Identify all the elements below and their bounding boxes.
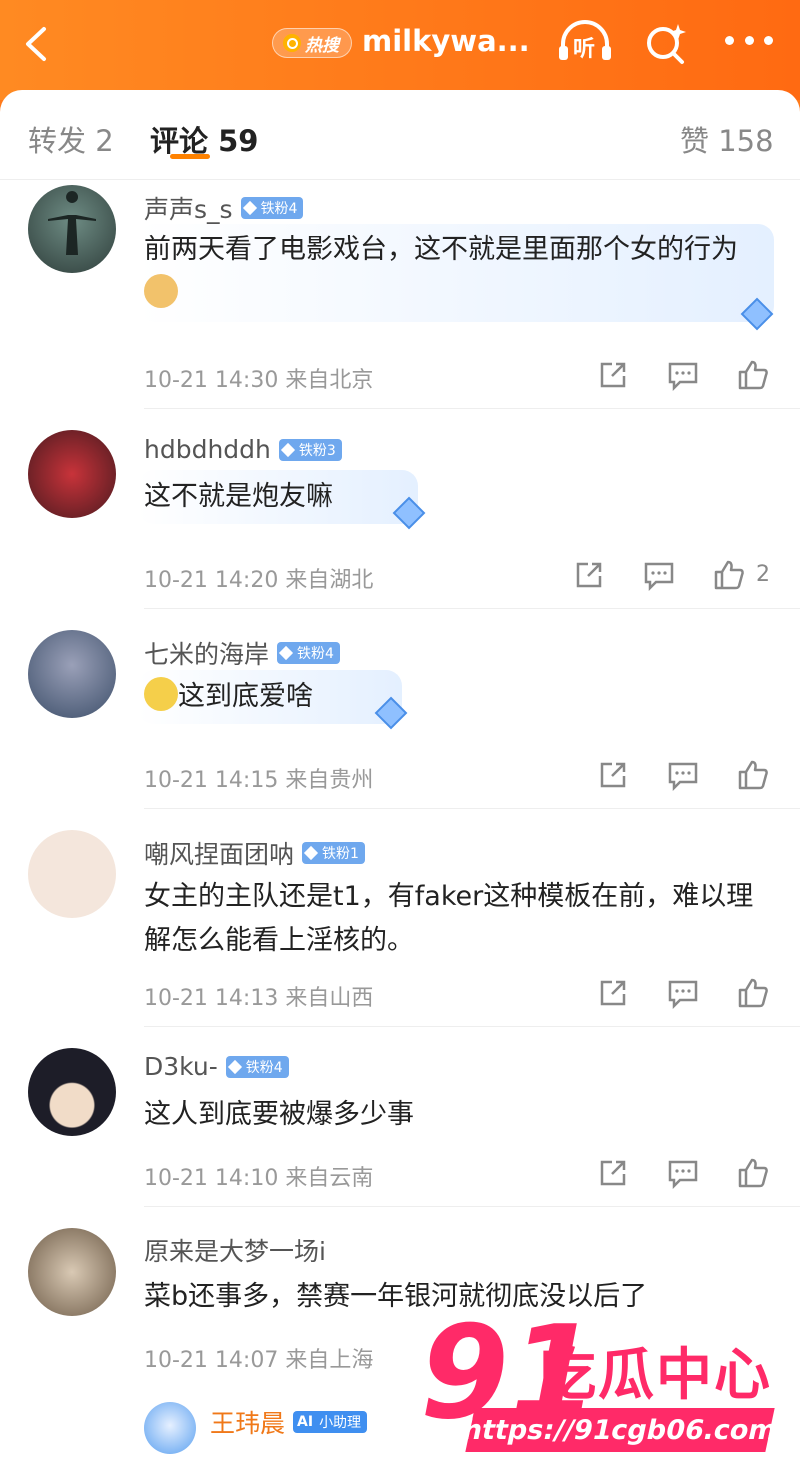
comment-icon[interactable] [666,976,700,1010]
search-icon[interactable] [642,20,690,68]
avatar[interactable] [28,430,116,518]
tab-bar: 转发 2 评论 59 赞 158 [0,90,800,180]
hot-search-label: 热搜 [305,35,339,56]
fan-badge: 铁粉4 [277,642,340,664]
like-count: 2 [756,562,770,587]
fan-badge: 铁粉4 [225,1055,289,1078]
comment-meta: 10-21 14:20 来自湖北 [144,568,374,593]
avatar[interactable] [28,1048,116,1136]
comment-text: 女主的主队还是t1，有faker这种模板在前，难以理解怎么能看上淫核的。 [144,881,754,956]
divider [144,608,800,609]
watermark-name: 吃瓜中心 [540,1343,772,1408]
diamond-decoration-icon [374,696,408,730]
comment-icon[interactable] [642,558,676,592]
back-icon[interactable] [22,26,54,62]
like-icon[interactable] [736,758,770,792]
comment-icon[interactable] [666,1156,700,1190]
comments-sheet: 转发 2 评论 59 赞 158 声声s_s 铁粉4 前两天看了电影戏台，这不就… [0,90,800,1482]
share-icon[interactable] [596,358,630,392]
diamond-decoration-icon [392,496,426,530]
listen-button[interactable]: 听 [555,18,615,66]
comment-text: 这人到底要被爆多少事 [144,1099,414,1130]
reply-avatar[interactable] [144,1402,196,1454]
share-icon[interactable] [572,558,606,592]
comment-username[interactable]: 七米的海岸 [144,635,269,671]
comment-username[interactable]: hdbdhddh [144,435,271,464]
hot-search-icon [283,34,301,52]
fan-badge: 铁粉3 [278,438,342,461]
like-icon[interactable] [736,358,770,392]
comment-meta: 10-21 14:07 来自上海 [144,1348,374,1373]
avatar[interactable] [28,1228,116,1316]
comment-username[interactable]: 声声s_s [144,190,233,226]
share-icon[interactable] [596,758,630,792]
active-tab-indicator [170,154,210,159]
like-icon[interactable] [736,976,770,1010]
comment-icon[interactable] [666,758,700,792]
fan-badge: 铁粉1 [302,842,365,864]
comment-meta: 10-21 14:15 来自贵州 [144,768,374,793]
divider [144,1026,800,1027]
comment-username[interactable]: D3ku- [144,1052,218,1081]
comment-meta: 10-21 14:30 来自北京 [144,368,374,393]
divider [144,1206,800,1207]
comment-text: 这不就是炮友嘛 [144,481,333,512]
divider [144,408,800,409]
avatar[interactable] [28,630,116,718]
tab-likes[interactable]: 赞 158 [680,118,774,160]
like-icon[interactable] [712,558,746,592]
watermark-url: https://91cgb06.com [460,1408,780,1452]
doge-emoji [144,274,178,308]
fan-badge: 铁粉4 [240,197,304,219]
reply-username[interactable]: 王玮晨 [210,1404,285,1440]
tab-reposts[interactable]: 转发 2 [28,118,114,160]
page-title: milkywa... [362,24,530,58]
top-bar: 热搜 milkywa... 听 [0,0,800,100]
share-icon[interactable] [596,1156,630,1190]
more-icon[interactable] [725,36,773,50]
comment-text: 前两天看了电影戏台，这不就是里面那个女的行为 [144,228,774,316]
like-icon[interactable] [736,1156,770,1190]
diamond-decoration-icon [740,297,774,331]
share-icon[interactable] [596,976,630,1010]
avatar[interactable] [28,185,116,273]
comment-meta: 10-21 14:10 来自云南 [144,1166,374,1191]
avatar[interactable] [28,830,116,918]
listen-label: 听 [573,37,596,62]
sweat-emoji [144,677,178,711]
comment-icon[interactable] [666,358,700,392]
helper-badge: AI 小助理 [293,1411,368,1433]
comment-username[interactable]: 原来是大梦一场i [144,1232,326,1268]
comment-meta: 10-21 14:13 来自山西 [144,986,374,1011]
comment-username[interactable]: 嘲风捏面团呐 [144,835,294,871]
comment-text: 这到底爱啥 [144,675,774,719]
divider [144,808,800,809]
hot-search-pill[interactable]: 热搜 [272,28,352,58]
